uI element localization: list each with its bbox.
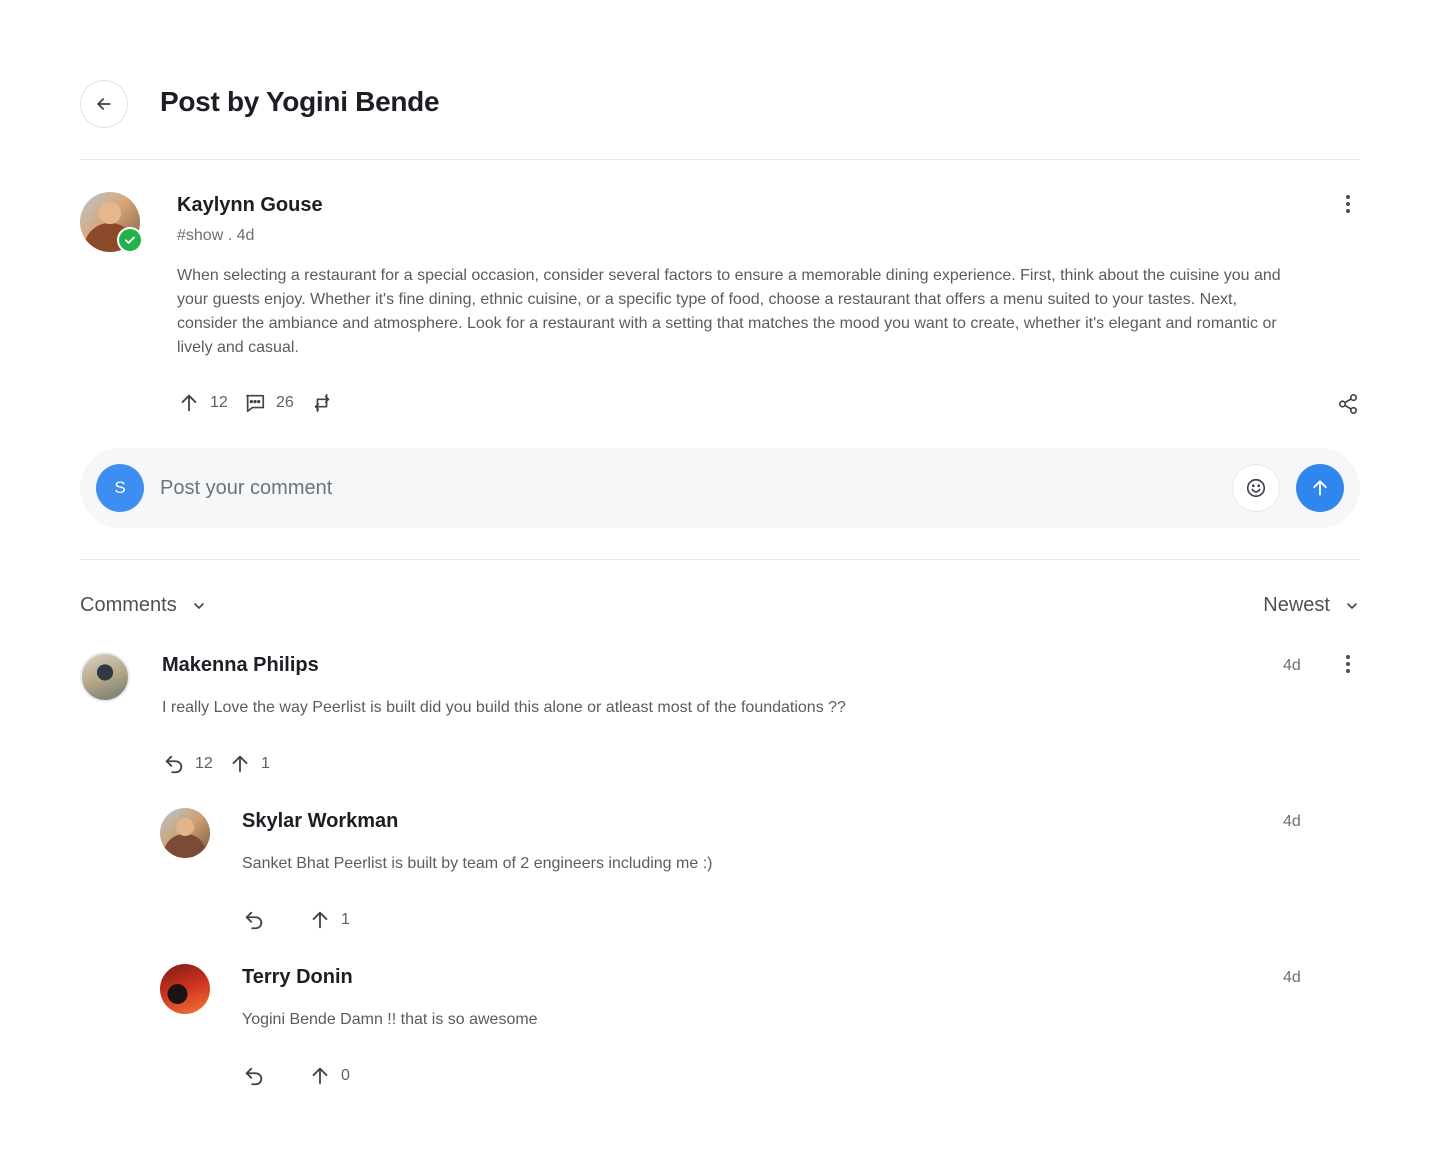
post-more-options-icon[interactable] bbox=[1338, 192, 1358, 216]
commenter-name[interactable]: Makenna Philips bbox=[162, 654, 319, 677]
commenter-avatar[interactable] bbox=[160, 808, 210, 858]
comment-text: I really Love the way Peerlist is built … bbox=[162, 699, 846, 716]
comment-time: 4d bbox=[1283, 969, 1301, 986]
post-upvote-button[interactable]: 12 bbox=[178, 392, 228, 414]
section-divider bbox=[80, 559, 1360, 560]
chevron-down-icon bbox=[1347, 602, 1357, 609]
arrow-up-icon bbox=[312, 1067, 328, 1085]
header-divider bbox=[80, 159, 1360, 160]
back-button[interactable] bbox=[80, 80, 128, 128]
send-comment-button[interactable] bbox=[1296, 464, 1344, 512]
reply-icon bbox=[245, 1067, 263, 1086]
emoji-button[interactable] bbox=[1232, 464, 1280, 512]
comment-upvote-button[interactable]: 0 bbox=[309, 1065, 350, 1087]
comment-time: 4d bbox=[1283, 813, 1301, 830]
repost-icon bbox=[314, 393, 330, 413]
smiley-icon bbox=[1246, 478, 1266, 498]
sort-label: Newest bbox=[1263, 594, 1330, 616]
comment-icon bbox=[245, 394, 265, 413]
reply-icon bbox=[245, 911, 263, 930]
page-title: Post by Yogini Bende bbox=[160, 86, 440, 117]
arrow-up-icon bbox=[232, 755, 248, 773]
share-icon[interactable] bbox=[1337, 393, 1359, 420]
comment-upvote-button[interactable]: 1 bbox=[309, 909, 350, 931]
verified-badge-icon bbox=[117, 227, 143, 253]
arrow-up-icon bbox=[181, 394, 197, 412]
reply-button[interactable] bbox=[243, 1065, 265, 1087]
reply-icon bbox=[165, 755, 183, 774]
comment-text: Yogini Bende Damn !! that is so awesome bbox=[242, 1011, 538, 1028]
arrow-up-icon bbox=[1313, 480, 1327, 496]
comment-upvote-count: 1 bbox=[341, 911, 350, 928]
repost-button[interactable] bbox=[311, 392, 333, 414]
comment-text: Sanket Bhat Peerlist is built by team of… bbox=[242, 855, 713, 872]
post-comments-button[interactable]: 26 bbox=[244, 392, 294, 414]
post-meta: #show . 4d bbox=[177, 227, 255, 244]
arrow-up-icon bbox=[312, 911, 328, 929]
chevron-down-icon bbox=[193, 602, 204, 609]
sort-dropdown[interactable]: Newest bbox=[1263, 594, 1360, 617]
commenter-avatar[interactable] bbox=[80, 652, 130, 702]
comments-label: Comments bbox=[80, 594, 177, 616]
comment-time: 4d bbox=[1283, 657, 1301, 674]
reply-button[interactable] bbox=[243, 909, 265, 931]
commenter-name[interactable]: Skylar Workman bbox=[242, 810, 398, 833]
comment-upvote-count: 1 bbox=[261, 755, 270, 772]
comment-more-options-icon[interactable] bbox=[1338, 652, 1358, 676]
arrow-left-icon bbox=[97, 98, 111, 110]
comment-upvote-count: 0 bbox=[341, 1067, 350, 1084]
comments-filter-dropdown[interactable]: Comments bbox=[80, 594, 207, 617]
post-upvote-count: 12 bbox=[210, 394, 228, 411]
post-comment-count: 26 bbox=[276, 394, 294, 411]
current-user-avatar: S bbox=[96, 464, 144, 512]
comment-upvote-button[interactable]: 1 bbox=[229, 753, 270, 775]
post-author-name[interactable]: Kaylynn Gouse bbox=[177, 194, 323, 217]
reply-count: 12 bbox=[195, 755, 213, 772]
commenter-name[interactable]: Terry Donin bbox=[242, 966, 353, 989]
reply-button[interactable]: 12 bbox=[163, 753, 213, 775]
commenter-avatar[interactable] bbox=[160, 964, 210, 1014]
comment-input[interactable] bbox=[160, 464, 1220, 512]
post-body: When selecting a restaurant for a specia… bbox=[177, 267, 1281, 356]
